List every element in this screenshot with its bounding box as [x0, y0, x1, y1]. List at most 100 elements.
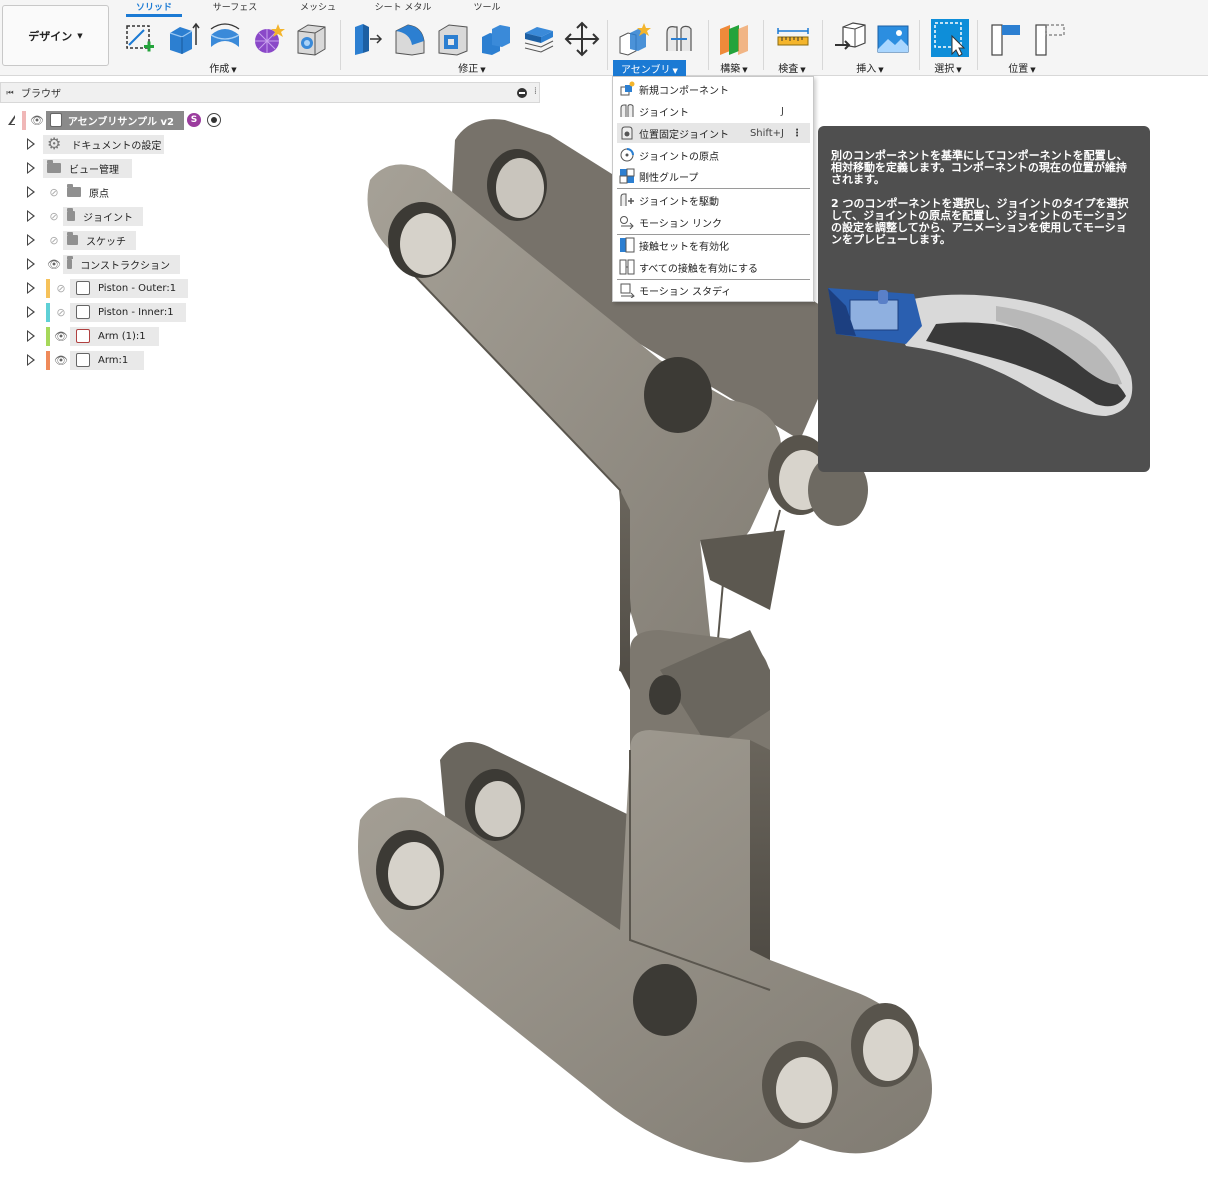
- revolve-icon[interactable]: [207, 21, 243, 57]
- component-icon: [76, 305, 90, 319]
- expand-triangle-icon[interactable]: [27, 186, 35, 198]
- expand-triangle-icon[interactable]: [27, 282, 35, 294]
- offset-face-icon[interactable]: [521, 21, 557, 57]
- folder-icon: [47, 160, 61, 173]
- menu-item-label: ジョイントを駆動: [639, 196, 719, 208]
- expand-triangle-icon[interactable]: [27, 306, 35, 318]
- hole-icon[interactable]: [293, 21, 329, 57]
- component-icon: [50, 113, 62, 127]
- insert-derive-icon[interactable]: [833, 21, 869, 57]
- capture-position-icon[interactable]: [988, 21, 1024, 57]
- menu-item-motion-study[interactable]: モーション スタディ: [617, 280, 810, 300]
- move-copy-icon[interactable]: [564, 21, 600, 57]
- expand-triangle-icon[interactable]: [27, 138, 35, 150]
- tab-surface[interactable]: サーフェス: [205, 0, 265, 13]
- tree-item-document-settings[interactable]: ⚙ ドキュメントの設定: [27, 134, 164, 154]
- expand-triangle-icon[interactable]: [27, 258, 35, 270]
- position-group-label[interactable]: 位置 ▼: [1000, 60, 1044, 75]
- menu-item-joint-origin[interactable]: ジョイントの原点: [617, 145, 810, 165]
- modify-group-label[interactable]: 修正 ▼: [449, 60, 495, 75]
- tree-item-sketches[interactable]: ⊘ スケッチ: [27, 230, 136, 250]
- group-divider: [708, 20, 709, 70]
- workspace-switcher-button[interactable]: デザイン ▼: [2, 5, 109, 66]
- insert-group-label[interactable]: 挿入 ▼: [850, 60, 890, 75]
- joint-icon[interactable]: [661, 21, 697, 57]
- insert-label: 挿入: [856, 64, 877, 75]
- tree-item-piston-outer[interactable]: ⊘ Piston - Outer:1: [27, 278, 188, 298]
- create-form-icon[interactable]: [250, 21, 286, 57]
- hidden-eye-icon[interactable]: ⊘: [52, 306, 70, 319]
- hidden-eye-icon[interactable]: ⊘: [52, 282, 70, 295]
- visibility-eye-icon[interactable]: 👁: [28, 114, 46, 127]
- menu-item-label: ジョイントの原点: [639, 151, 719, 163]
- menu-item-label: すべての接触を有効にする: [639, 263, 758, 275]
- group-divider: [340, 20, 341, 70]
- component-color-swatch: [46, 302, 50, 322]
- panel-grip-icon[interactable]: ⁞: [534, 86, 537, 97]
- press-pull-icon[interactable]: [349, 21, 385, 57]
- expand-triangle-icon[interactable]: [27, 234, 35, 246]
- menu-item-rigid-group[interactable]: 剛性グループ: [617, 166, 810, 186]
- shortcut-label: Shift+J: [749, 127, 784, 139]
- tab-tools[interactable]: ツール: [465, 0, 509, 13]
- construct-group-label[interactable]: 構築 ▼: [714, 60, 754, 75]
- tree-item-named-views[interactable]: ビュー管理: [27, 158, 132, 178]
- folder-icon: [67, 256, 74, 269]
- visibility-eye-icon[interactable]: 👁: [52, 354, 70, 367]
- shortcut-label: J: [781, 105, 784, 117]
- select-label: 選択: [934, 64, 955, 75]
- tab-solid[interactable]: ソリッド: [126, 0, 182, 13]
- tab-mesh[interactable]: メッシュ: [293, 0, 343, 13]
- menu-item-new-component[interactable]: 新規コンポーネント: [617, 79, 810, 99]
- visibility-eye-icon[interactable]: 👁: [45, 258, 63, 271]
- measure-icon[interactable]: [775, 21, 811, 57]
- fillet-icon[interactable]: [392, 21, 428, 57]
- hidden-eye-icon[interactable]: ⊘: [45, 234, 63, 247]
- lower-arm-part[interactable]: [358, 630, 932, 1163]
- expand-triangle-icon[interactable]: [27, 162, 35, 174]
- hidden-eye-icon[interactable]: ⊘: [45, 186, 63, 199]
- menu-item-label: 新規コンポーネント: [639, 85, 729, 97]
- canvas-image-icon[interactable]: [875, 21, 911, 57]
- tab-sheet-metal[interactable]: シート メタル: [366, 0, 440, 13]
- shared-badge: S: [187, 113, 201, 127]
- more-options-icon[interactable]: ⋮: [792, 128, 802, 139]
- tree-item-label: ドキュメントの設定: [71, 140, 162, 152]
- component-color-swatch: [22, 110, 26, 130]
- tree-item-joints[interactable]: ⊘ ジョイント: [27, 206, 143, 226]
- tree-item-arm-1-1[interactable]: 👁 Arm (1):1: [27, 326, 159, 346]
- tree-item-piston-inner[interactable]: ⊘ Piston - Inner:1: [27, 302, 186, 322]
- activate-component-icon[interactable]: [207, 113, 221, 127]
- new-component-icon[interactable]: [616, 21, 652, 57]
- revert-position-icon[interactable]: [1032, 21, 1068, 57]
- expand-triangle-icon[interactable]: [8, 115, 15, 125]
- menu-item-joint[interactable]: ジョイント J: [617, 101, 810, 121]
- browser-root-row[interactable]: 👁 アセンブリサンプル v2 S: [8, 110, 221, 130]
- tree-item-arm-1[interactable]: 👁 Arm:1: [27, 350, 144, 370]
- tree-item-label: Piston - Inner:1: [98, 306, 174, 318]
- tree-item-origin[interactable]: ⊘ 原点: [27, 182, 125, 202]
- menu-item-drive-joints[interactable]: ジョイントを駆動: [617, 190, 810, 210]
- root-component-node[interactable]: アセンブリサンプル v2: [46, 110, 184, 130]
- collapse-browser-icon[interactable]: ⏮: [3, 88, 17, 98]
- inspect-group-label[interactable]: 検査 ▼: [772, 60, 812, 75]
- create-group-label[interactable]: 作成 ▼: [200, 60, 246, 75]
- offset-plane-icon[interactable]: [716, 21, 752, 57]
- select-group-label[interactable]: 選択 ▼: [928, 60, 968, 75]
- minimize-browser-icon[interactable]: [517, 88, 527, 98]
- extrude-icon[interactable]: [164, 21, 200, 57]
- chamfer-icon[interactable]: [435, 21, 471, 57]
- expand-triangle-icon[interactable]: [27, 330, 35, 342]
- hidden-eye-icon[interactable]: ⊘: [45, 210, 63, 223]
- expand-triangle-icon[interactable]: [27, 210, 35, 222]
- tree-item-construction[interactable]: 👁 コンストラクション: [27, 254, 180, 274]
- expand-triangle-icon[interactable]: [27, 354, 35, 366]
- menu-item-motion-link[interactable]: モーション リンク: [617, 212, 810, 232]
- select-icon[interactable]: [930, 18, 970, 58]
- menu-item-enable-contact-sets[interactable]: 接触セットを有効化: [617, 235, 810, 255]
- new-sketch-icon[interactable]: [122, 21, 158, 57]
- combine-icon[interactable]: [478, 21, 514, 57]
- menu-item-enable-all-contact[interactable]: すべての接触を有効にする: [617, 257, 810, 277]
- visibility-eye-icon[interactable]: 👁: [52, 330, 70, 343]
- menu-item-as-built-joint[interactable]: 位置固定ジョイント Shift+J ⋮: [617, 123, 810, 143]
